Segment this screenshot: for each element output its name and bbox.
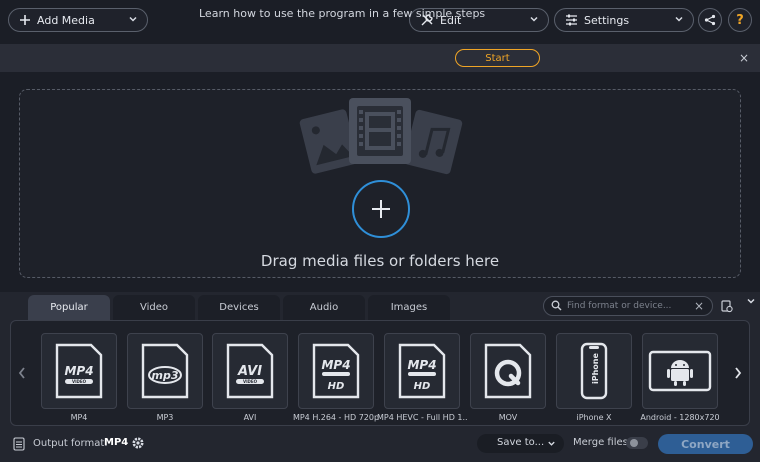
save-to-label: Save to...	[497, 437, 545, 448]
add-media-button[interactable]: Add Media	[8, 8, 148, 32]
share-button[interactable]	[698, 8, 722, 32]
add-media-label: Add Media	[37, 13, 95, 27]
save-to-button[interactable]: Save to...	[477, 434, 564, 453]
prev-formats-button[interactable]	[15, 364, 29, 382]
toggle-knob	[630, 439, 638, 447]
chevron-right-icon	[734, 367, 742, 379]
sliders-icon	[565, 14, 578, 26]
start-tutorial-button[interactable]: Start	[455, 49, 540, 67]
mp4-hevc-sub: HD	[414, 381, 431, 392]
tab-devices[interactable]: Devices	[198, 295, 280, 320]
preset-icon	[721, 299, 733, 313]
format-card-android[interactable]	[642, 333, 718, 409]
iphone-badge: iPhone	[591, 353, 600, 384]
share-icon	[704, 14, 716, 26]
format-label-mp4-hd: MP4 H.264 - HD 720p	[292, 413, 380, 422]
merge-files-label: Merge files:	[573, 437, 632, 448]
settings-label: Settings	[584, 13, 630, 27]
gear-icon	[131, 436, 145, 450]
mp4-hevc-icon: MP4 HD	[398, 343, 446, 399]
settings-button[interactable]: Settings	[554, 8, 694, 32]
format-card-mp4[interactable]: MP4 VIDEO	[41, 333, 117, 409]
media-files-illustration-icon	[299, 98, 463, 175]
mp4-sub: VIDEO	[72, 379, 87, 384]
format-search-box[interactable]: Find format or device... ×	[543, 296, 713, 316]
chevron-down-icon	[128, 14, 138, 27]
convert-button[interactable]: Convert	[658, 434, 753, 454]
banner-text: Learn how to use the program in a few si…	[199, 7, 486, 20]
format-label-mp3: MP3	[156, 413, 174, 422]
tab-popular[interactable]: Popular	[28, 295, 110, 320]
format-card-iphone[interactable]: iPhone	[556, 333, 632, 409]
info-banner	[0, 44, 760, 72]
android-icon	[648, 350, 712, 392]
chevron-down-icon	[547, 439, 556, 448]
format-label-mov: MOV	[498, 413, 518, 422]
collapse-panel-button[interactable]	[742, 292, 760, 310]
clear-search-icon[interactable]: ×	[694, 299, 704, 313]
plus-icon	[19, 14, 31, 26]
format-label-mp4: MP4	[70, 413, 88, 422]
format-card-avi[interactable]: AVI VIDEO	[212, 333, 288, 409]
format-card-mov[interactable]	[470, 333, 546, 409]
output-format-label: Output format:	[33, 438, 108, 449]
output-format-toggle[interactable]	[10, 435, 28, 453]
format-label-avi: AVI	[243, 413, 257, 422]
chevron-down-icon	[746, 296, 756, 306]
add-files-button[interactable]	[352, 180, 410, 238]
format-label-mp4-hevc: MP4 HEVC - Full HD 1...	[377, 413, 467, 422]
mp3-badge: mp3	[152, 369, 179, 382]
help-label: ?	[736, 12, 744, 28]
help-button[interactable]: ?	[728, 8, 752, 32]
chevron-down-icon	[674, 14, 684, 27]
avi-icon: AVI VIDEO	[226, 343, 274, 399]
format-card-mp3[interactable]: mp3	[127, 333, 203, 409]
mp4-icon: MP4 VIDEO	[55, 343, 103, 399]
drop-zone-hint: Drag media files or folders here	[260, 252, 500, 270]
close-icon: ×	[738, 51, 750, 65]
mp4-hd-icon: MP4 HD	[312, 343, 360, 399]
mp3-icon: mp3	[141, 343, 189, 399]
plus-icon	[370, 198, 392, 220]
tab-audio[interactable]: Audio	[283, 295, 365, 320]
tab-images[interactable]: Images	[368, 295, 450, 320]
output-settings-button[interactable]	[129, 434, 147, 452]
avi-badge: AVI	[237, 364, 262, 379]
format-label-android: Android - 1280x720	[640, 413, 720, 422]
mp4-hd-badge: MP4	[321, 358, 350, 372]
chevron-left-icon	[18, 367, 26, 379]
next-formats-button[interactable]	[731, 364, 745, 382]
merge-files-toggle[interactable]	[626, 437, 648, 449]
chevron-down-icon	[529, 14, 539, 27]
mp4-badge: MP4	[64, 364, 93, 378]
avi-sub: VIDEO	[243, 379, 258, 384]
mp4-hd-sub: HD	[328, 381, 345, 392]
format-list	[10, 320, 750, 426]
iphone-icon: iPhone	[580, 342, 608, 400]
format-label-iphone: iPhone X	[576, 413, 612, 422]
format-card-mp4-hevc[interactable]: MP4 HD	[384, 333, 460, 409]
add-preset-button[interactable]	[718, 297, 736, 315]
close-banner-button[interactable]: ×	[737, 51, 751, 65]
mp4-hevc-badge: MP4	[407, 358, 436, 372]
list-icon	[13, 437, 25, 451]
tab-video[interactable]: Video	[113, 295, 195, 320]
search-input[interactable]: Find format or device...	[567, 301, 671, 311]
output-format-value: MP4	[104, 437, 129, 448]
search-icon	[551, 300, 562, 311]
quicktime-icon	[484, 343, 532, 399]
format-card-mp4-hd[interactable]: MP4 HD	[298, 333, 374, 409]
